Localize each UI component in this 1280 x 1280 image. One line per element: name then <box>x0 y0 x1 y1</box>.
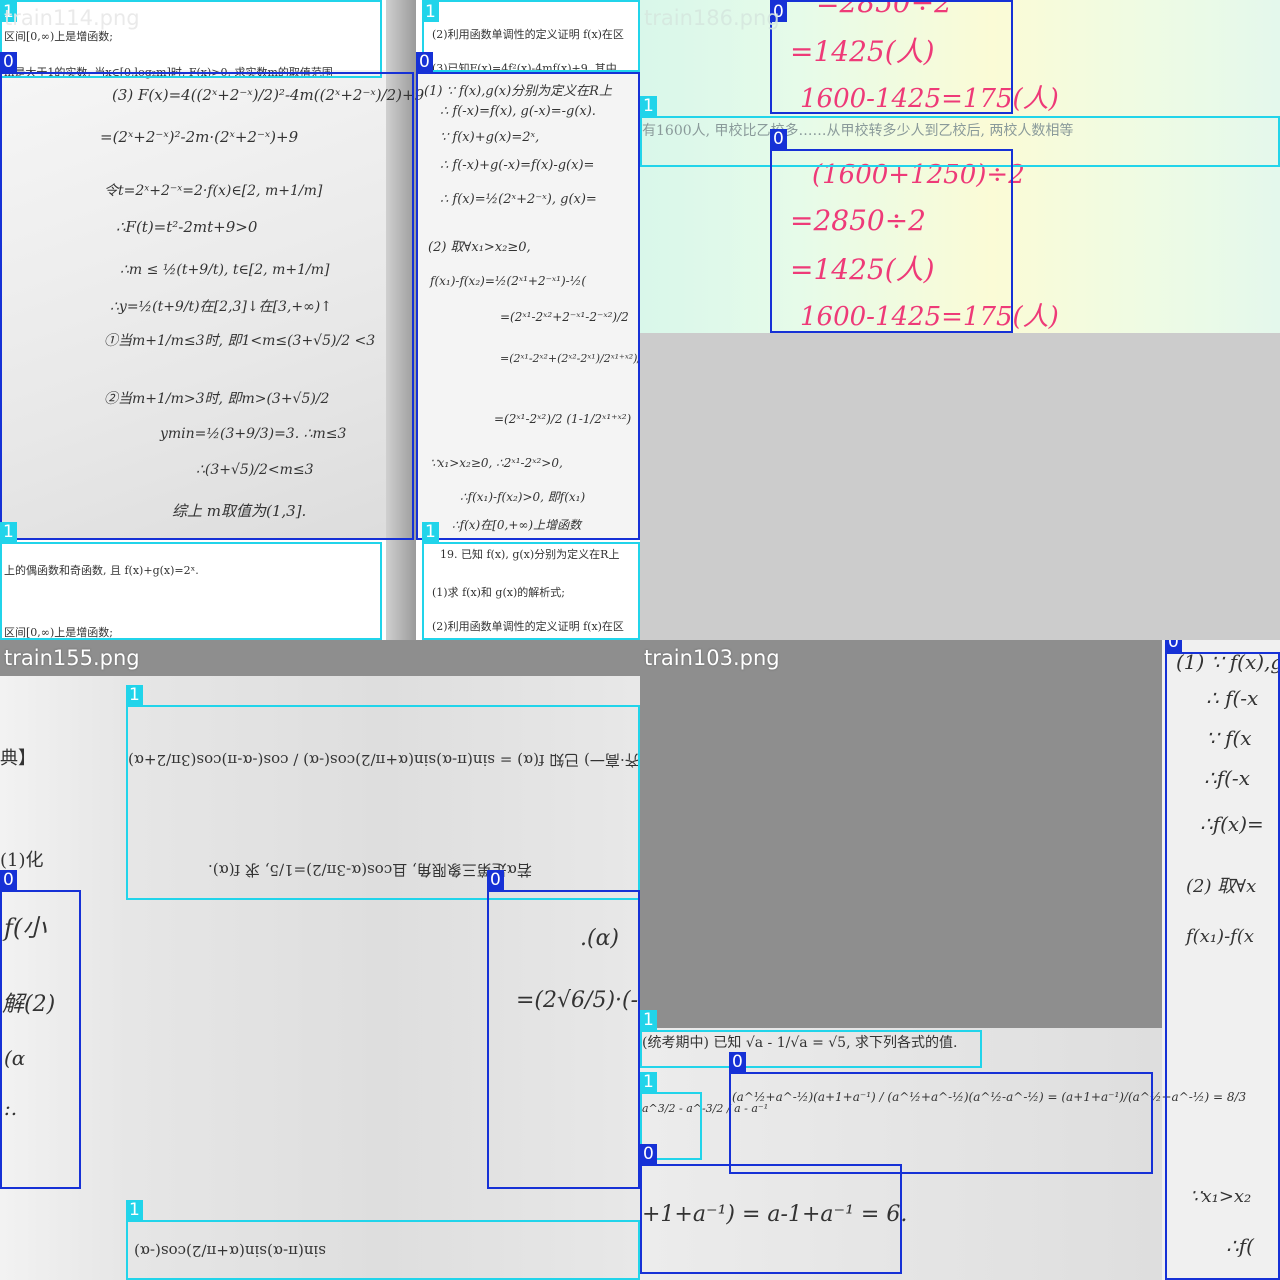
background-block <box>640 333 1280 640</box>
tile-train155: train155.png (齐·高一) 已知 f(α) = sin(π-α)si… <box>0 640 640 1280</box>
filename-label: train114.png <box>4 6 140 30</box>
class-label: 1 <box>0 522 17 542</box>
detection-box: 1 <box>0 522 382 640</box>
class-label: 1 <box>126 1200 143 1220</box>
class-label: 1 <box>422 2 439 22</box>
detection-box: 0 <box>487 870 640 1189</box>
class-label: 1 <box>422 522 439 542</box>
class-label: 0 <box>0 870 17 890</box>
tile-train114: train114.png 区间[0,∞)上是增函数; m是大于1的实数, 当x∈… <box>0 0 640 640</box>
tile-train186: train186.png =2850÷2 =1425(人) 1600-1425=… <box>640 0 1280 640</box>
class-label: 0 <box>770 129 787 149</box>
filename-label: train155.png <box>4 646 140 670</box>
detection-box: 0 <box>640 1144 902 1274</box>
filename-label: train186.png <box>644 6 780 30</box>
detection-box: 1 <box>640 1010 982 1068</box>
class-label: 0 <box>640 1144 657 1164</box>
class-label: 0 <box>1165 640 1182 652</box>
detection-box: 0 <box>0 52 414 540</box>
class-label: 0 <box>0 52 17 72</box>
class-label: 0 <box>416 52 433 72</box>
detection-box: 0 <box>729 1052 1153 1174</box>
class-label: 0 <box>487 870 504 890</box>
detection-box: 1 <box>126 685 640 900</box>
detection-box: 1 <box>422 0 640 72</box>
detection-box: 0 <box>416 52 640 540</box>
class-label: 1 <box>640 1072 657 1092</box>
detection-box: 0 <box>1165 640 1280 1280</box>
mosaic-page: train114.png 区间[0,∞)上是增函数; m是大于1的实数, 当x∈… <box>0 0 1280 1280</box>
padding-block <box>640 640 1162 1028</box>
detection-box: 0 <box>0 870 81 1189</box>
class-label: 1 <box>126 685 143 705</box>
detection-box: 1 <box>126 1200 640 1280</box>
detection-box: 1 <box>422 522 640 640</box>
class-label: 0 <box>729 1052 746 1072</box>
side-text: 典】 <box>0 748 36 769</box>
class-label: 1 <box>640 1010 657 1030</box>
side-text: (1)化 <box>0 850 44 871</box>
detection-box: 0 <box>770 129 1013 333</box>
tile-train103: train103.png (统考期中) 已知 √a - 1/√a = √5, 求… <box>640 640 1280 1280</box>
filename-label: train103.png <box>644 646 780 670</box>
class-label: 1 <box>640 96 657 116</box>
detection-box: 0 <box>770 0 1013 114</box>
